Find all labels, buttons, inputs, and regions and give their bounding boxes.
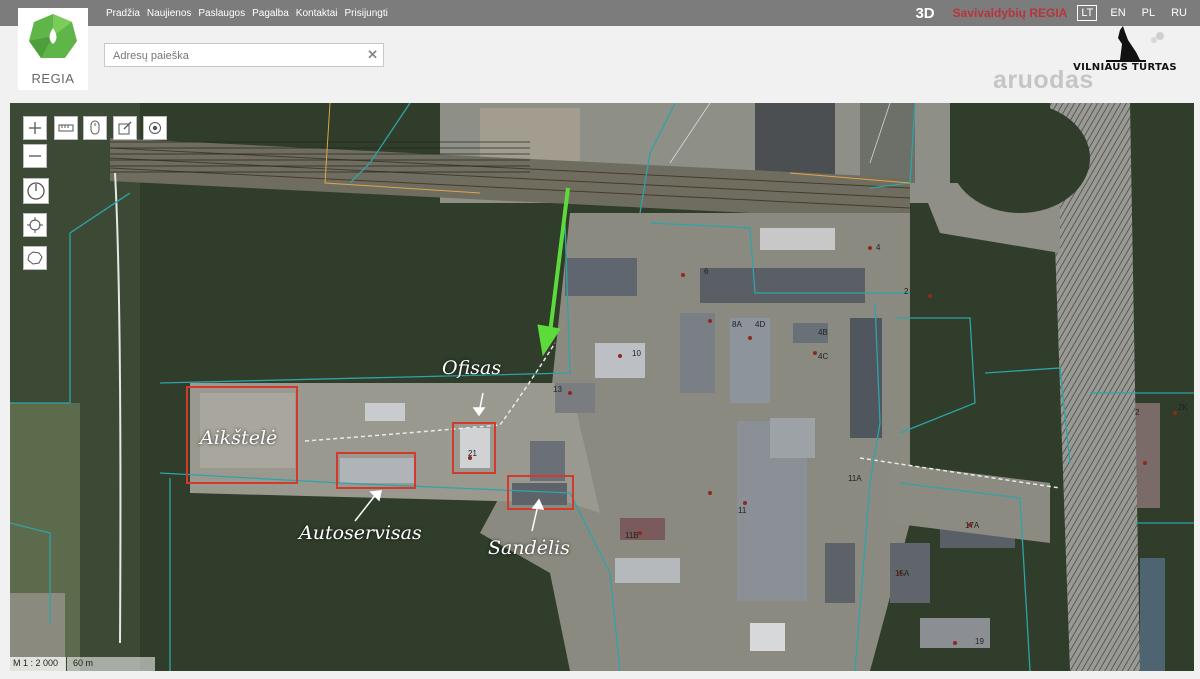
clear-search-icon[interactable]: ✕ [367, 47, 378, 63]
address-search: ✕ [104, 43, 384, 67]
building-number: 4D [755, 320, 766, 329]
nav-item-prisijungti[interactable]: Prisijungti [345, 8, 388, 19]
nav-item-naujienos[interactable]: Naujienos [147, 8, 191, 19]
mouse-icon [90, 120, 100, 135]
top-bar: Pradžia Naujienos Paslaugos Pagalba Kont… [0, 0, 1200, 26]
building-number: 11 [738, 506, 747, 515]
building-number: 13 [553, 385, 562, 394]
logo-text: REGIA [31, 71, 75, 86]
building-number: 4B [818, 328, 828, 337]
building-number: 2K [1178, 403, 1188, 412]
mouse-button[interactable] [83, 116, 107, 140]
lang-ru[interactable]: RU [1168, 6, 1190, 20]
map-scale: M 1 : 2 000 60 m [10, 657, 156, 671]
zoom-in-button[interactable] [23, 116, 47, 140]
compass-icon [27, 182, 45, 200]
map-view[interactable]: 6 4 2 10 8A 4D 4B 4C 13 21 11A 11 11B 15… [10, 103, 1194, 671]
building-number: 2 [1135, 408, 1140, 417]
site-title: Savivaldybių REGIA [952, 6, 1068, 20]
regia-logo[interactable]: REGIA [18, 8, 88, 90]
lang-en[interactable]: EN [1107, 6, 1128, 20]
main-nav: Pradžia Naujienos Paslaugos Pagalba Kont… [106, 0, 388, 26]
building-number: 6 [704, 267, 709, 276]
view-3d-button[interactable]: 3D [915, 5, 934, 22]
zoom-out-button[interactable] [23, 144, 47, 168]
building-number: 11B [625, 531, 639, 540]
map-outline-button[interactable] [23, 246, 47, 270]
target-button[interactable] [143, 116, 167, 140]
annotation-office: Ofisas [442, 357, 502, 379]
building-number: 11A [848, 474, 862, 483]
nav-item-paslaugos[interactable]: Paslaugos [198, 8, 245, 19]
annotation-parking: Aikštelė [200, 427, 278, 449]
measure-icon [58, 124, 74, 132]
nav-item-pradzia[interactable]: Pradžia [106, 8, 140, 19]
annotation-car-service: Autoservisas [299, 522, 422, 544]
wolf-icon [1106, 26, 1164, 62]
measure-button[interactable] [54, 116, 78, 140]
building-number: 10 [632, 349, 641, 358]
scale-ratio: M 1 : 2 000 [10, 657, 67, 671]
edit-button[interactable] [113, 116, 137, 140]
target-icon [149, 122, 161, 134]
nav-item-pagalba[interactable]: Pagalba [252, 8, 289, 19]
annotation-warehouse: Sandėlis [488, 537, 570, 559]
aruodas-watermark: aruodas [993, 66, 1094, 94]
scale-bar: 60 m [66, 657, 156, 671]
building-number: 17A [965, 521, 980, 530]
building-number: 19 [975, 637, 984, 646]
lang-pl[interactable]: PL [1139, 6, 1158, 20]
locate-icon [27, 217, 43, 233]
building-number: 4C [818, 352, 829, 361]
locate-button[interactable] [23, 213, 47, 237]
building-number: 15A [895, 569, 910, 578]
building-number: 4 [876, 243, 881, 252]
zoom-out-icon [29, 155, 41, 157]
regia-logo-icon [29, 14, 77, 58]
building-number: 8A [732, 320, 742, 329]
search-input[interactable] [111, 45, 365, 67]
nav-item-kontaktai[interactable]: Kontaktai [296, 8, 338, 19]
building-number: 21 [468, 449, 477, 458]
edit-icon [118, 121, 132, 135]
zoom-in-icon [29, 122, 41, 134]
building-number: 2 [904, 287, 909, 296]
aerial-map [10, 103, 1194, 671]
compass-button[interactable] [23, 178, 49, 204]
lang-lt[interactable]: LT [1077, 5, 1098, 21]
map-outline-icon [27, 251, 43, 265]
